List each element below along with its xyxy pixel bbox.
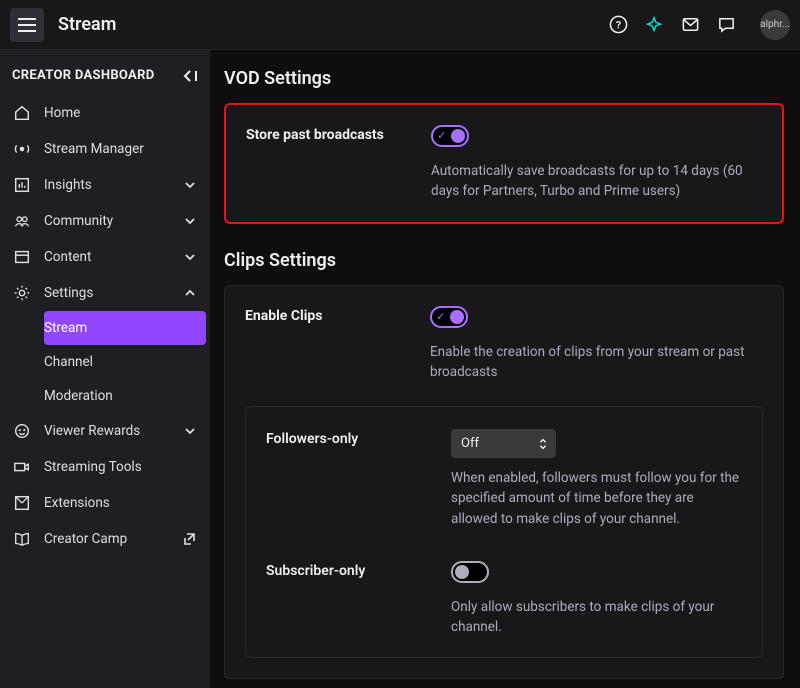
sidebar-item-creator-camp[interactable]: Creator Camp [4, 521, 206, 557]
main-content: VOD Settings Store past broadcasts ✓ Aut… [210, 50, 800, 688]
vod-card: Store past broadcasts ✓ Automatically sa… [224, 103, 784, 224]
gear-icon [12, 284, 32, 302]
chevron-down-icon [184, 179, 196, 191]
vod-heading: VOD Settings [224, 68, 784, 89]
home-icon [12, 104, 32, 122]
sidebar-item-label: Moderation [44, 388, 113, 404]
svg-text:?: ? [615, 18, 620, 31]
sidebar-item-label: Extensions [44, 495, 110, 511]
sidebar-item-content[interactable]: Content [4, 239, 206, 275]
sidebar-item-label: Home [44, 105, 80, 121]
sidebar-item-stream-manager[interactable]: Stream Manager [4, 131, 206, 167]
sidebar-header: CREATOR DASHBOARD [4, 64, 206, 95]
followers-only-desc: When enabled, followers must follow you … [451, 468, 742, 529]
avatar[interactable]: alphr... [760, 10, 790, 40]
chart-icon [12, 176, 32, 194]
content-icon [12, 248, 32, 266]
store-past-broadcasts-label: Store past broadcasts [246, 125, 421, 202]
sidebar-item-streaming-tools[interactable]: Streaming Tools [4, 449, 206, 485]
sidebar-item-label: Stream Manager [44, 141, 144, 157]
enable-clips-desc: Enable the creation of clips from your s… [430, 342, 763, 383]
chevron-down-icon [184, 425, 196, 437]
sidebar-item-stream[interactable]: Stream [44, 311, 206, 345]
enable-clips-toggle[interactable]: ✓ [430, 306, 468, 328]
followers-only-label: Followers-only [266, 429, 441, 529]
sidebar-item-label: Content [44, 249, 91, 265]
chevron-down-icon [184, 251, 196, 263]
sidebar-item-home[interactable]: Home [4, 95, 206, 131]
book-icon [12, 530, 32, 548]
subscriber-only-desc: Only allow subscribers to make clips of … [451, 597, 742, 638]
rewards-icon [12, 422, 32, 440]
sidebar-item-insights[interactable]: Insights [4, 167, 206, 203]
sidebar-header-label: CREATOR DASHBOARD [12, 68, 154, 83]
sidebar-item-label: Stream [44, 320, 87, 336]
sidebar-item-label: Viewer Rewards [44, 423, 140, 439]
sidebar-item-label: Creator Camp [44, 531, 127, 547]
external-link-icon [182, 532, 196, 546]
sidebar-item-label: Streaming Tools [44, 459, 142, 475]
sidebar-item-label: Settings [44, 285, 93, 301]
sidebar-item-label: Channel [44, 354, 93, 370]
collapse-icon[interactable] [180, 69, 198, 83]
store-past-broadcasts-desc: Automatically save broadcasts for up to … [431, 161, 762, 202]
sidebar-item-label: Community [44, 213, 113, 229]
hamburger-icon [18, 18, 36, 32]
extensions-icon [12, 494, 32, 512]
clips-card: Enable Clips ✓ Enable the creation of cl… [224, 285, 784, 680]
chevron-down-icon [184, 215, 196, 227]
topbar: Stream ? alphr... [0, 0, 800, 50]
select-value: Off [461, 436, 479, 451]
chevron-up-icon [184, 287, 196, 299]
sparkle-icon[interactable] [644, 15, 664, 35]
sidebar-item-channel[interactable]: Channel [44, 345, 206, 379]
help-icon[interactable]: ? [608, 15, 628, 35]
sidebar-item-extensions[interactable]: Extensions [4, 485, 206, 521]
followers-only-select[interactable]: Off [451, 429, 556, 458]
menu-button[interactable] [10, 8, 44, 42]
sidebar-item-settings[interactable]: Settings [4, 275, 206, 311]
store-past-broadcasts-toggle[interactable]: ✓ [431, 125, 469, 147]
broadcast-icon [12, 140, 32, 158]
whispers-icon[interactable] [716, 15, 736, 35]
select-chevron-icon [538, 437, 548, 451]
camera-icon [12, 458, 32, 476]
clips-subcard: Followers-only Off When enabled, followe… [245, 406, 763, 658]
subscriber-only-label: Subscriber-only [266, 561, 441, 638]
community-icon [12, 212, 32, 230]
sidebar-item-viewer-rewards[interactable]: Viewer Rewards [4, 413, 206, 449]
sidebar-item-community[interactable]: Community [4, 203, 206, 239]
subscriber-only-toggle[interactable] [451, 561, 489, 583]
sidebar-item-label: Insights [44, 177, 92, 193]
inbox-icon[interactable] [680, 15, 700, 35]
clips-heading: Clips Settings [224, 250, 784, 271]
page-title: Stream [58, 14, 116, 35]
sidebar-item-moderation[interactable]: Moderation [44, 379, 206, 413]
enable-clips-label: Enable Clips [245, 306, 420, 383]
sidebar: CREATOR DASHBOARD Home Stream Manager In… [0, 50, 210, 688]
